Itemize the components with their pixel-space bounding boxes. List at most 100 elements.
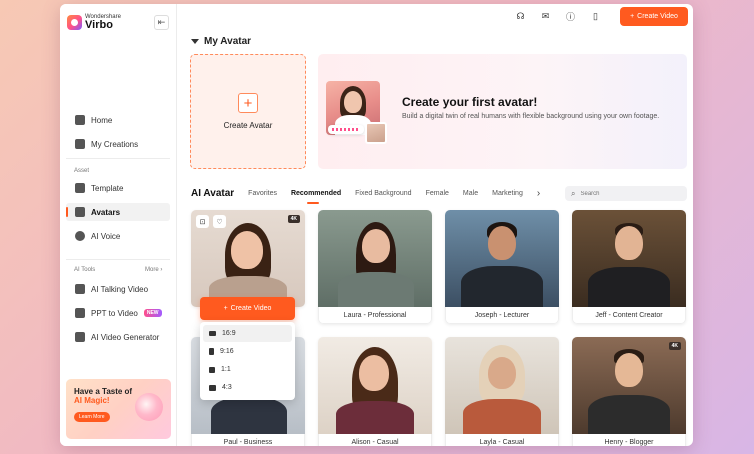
- video-generator-icon: [75, 332, 85, 342]
- tab-marketing[interactable]: Marketing: [492, 190, 523, 197]
- avatar-name: Joseph - Lecturer: [445, 307, 559, 324]
- sidebar-item-my-creations[interactable]: My Creations: [66, 135, 170, 153]
- section-label-ai-tools: AI Tools: [74, 267, 96, 273]
- new-badge: NEW: [143, 309, 162, 317]
- avatar-thumbnail: ⊡ ♡ 4K: [191, 210, 305, 307]
- tab-recommended[interactable]: Recommended: [291, 190, 341, 204]
- sidebar-item-label: Template: [91, 183, 124, 193]
- avatar-card[interactable]: Laura - Professional: [318, 210, 432, 324]
- promo-banner[interactable]: Have a Taste of AI Magic! Learn More: [66, 379, 171, 439]
- avatar-card[interactable]: Joseph - Lecturer: [445, 210, 559, 324]
- headset-icon[interactable]: ☊: [515, 11, 526, 22]
- tab-favorites[interactable]: Favorites: [248, 190, 277, 197]
- avatar-card[interactable]: Alison - Casual: [318, 337, 432, 446]
- chevron-right-icon[interactable]: ›: [537, 188, 540, 199]
- ratio-option-9-16[interactable]: 9:16: [203, 343, 292, 360]
- app-window: Wondershare Virbo ⇤ Home My Creations As…: [60, 4, 693, 446]
- virbo-logo-icon: [67, 15, 82, 30]
- logo-product: Virbo: [85, 19, 113, 31]
- more-link[interactable]: More ›: [145, 267, 162, 273]
- avatar-promo-banner: Create your first avatar! Build a digita…: [318, 54, 687, 169]
- tab-female[interactable]: Female: [426, 190, 449, 197]
- search-input[interactable]: [580, 190, 681, 197]
- promo-illustration: [135, 393, 163, 421]
- ai-avatar-title: AI Avatar: [191, 187, 235, 199]
- collapse-sidebar-button[interactable]: ⇤: [154, 15, 169, 30]
- heart-icon[interactable]: ♡: [213, 215, 226, 228]
- card-create-video-label: Create Video: [230, 305, 272, 312]
- sidebar-item-label: AI Video Generator: [91, 332, 160, 342]
- ratio-option-1-1[interactable]: 1:1: [203, 361, 292, 378]
- voice-icon: [75, 231, 85, 241]
- top-toolbar: ☊ ✉ ⓘ ▯: [515, 11, 601, 22]
- avatar-name: Jeff - Content Creator: [572, 307, 686, 324]
- avatar-thumbnail: [318, 337, 432, 434]
- banner-avatar-thumb: [365, 122, 387, 144]
- sidebar-item-label: AI Voice: [91, 231, 121, 241]
- avatar-icon: [75, 207, 85, 217]
- template-icon: [75, 183, 85, 193]
- sidebar-item-label: AI Talking Video: [91, 284, 149, 294]
- avatar-name: Henry - Blogger: [572, 434, 686, 446]
- bookmark-icon[interactable]: ▯: [590, 11, 601, 22]
- create-video-label: Create Video: [637, 13, 678, 20]
- create-video-button[interactable]: + Create Video: [620, 7, 688, 26]
- avatar-name: Paul - Business: [191, 434, 305, 446]
- talking-video-icon: [75, 284, 85, 294]
- create-avatar-label: Create Avatar: [223, 121, 273, 130]
- app-logo[interactable]: Wondershare Virbo: [67, 14, 121, 31]
- creations-icon: [75, 139, 85, 149]
- avatar-thumbnail: [445, 337, 559, 434]
- banner-title: Create your first avatar!: [402, 95, 538, 109]
- help-icon[interactable]: ⓘ: [565, 11, 576, 22]
- ratio-label: 4:3: [222, 384, 232, 391]
- caret-down-icon: [191, 39, 199, 44]
- audio-wave-icon: [328, 125, 364, 134]
- avatar-tabs: AI Avatar Favorites Recommended Fixed Ba…: [191, 186, 540, 204]
- avatar-name: Layla - Casual: [445, 434, 559, 446]
- card-create-video-button[interactable]: + Create Video: [200, 297, 295, 320]
- sidebar-item-ai-voice[interactable]: AI Voice: [66, 227, 170, 245]
- avatar-card[interactable]: ⊡ ♡ 4K: [191, 210, 305, 307]
- ratio-option-4-3[interactable]: 4:3: [203, 379, 292, 396]
- sidebar-item-label: Home: [91, 115, 113, 125]
- sidebar-item-avatars[interactable]: Avatars: [66, 203, 170, 221]
- sidebar-item-home[interactable]: Home: [66, 111, 170, 129]
- tab-fixed-background[interactable]: Fixed Background: [355, 190, 411, 197]
- divider: [66, 158, 170, 159]
- tab-male[interactable]: Male: [463, 190, 478, 197]
- sidebar: Wondershare Virbo ⇤ Home My Creations As…: [60, 4, 177, 446]
- 4k-badge: 4K: [287, 215, 300, 223]
- my-avatar-title: My Avatar: [204, 36, 252, 47]
- ratio-option-16-9[interactable]: 16:9: [203, 325, 292, 342]
- my-avatar-header[interactable]: My Avatar: [191, 36, 251, 47]
- home-icon: [75, 115, 85, 125]
- sidebar-item-label: My Creations: [91, 139, 139, 149]
- avatar-card[interactable]: Layla - Casual: [445, 337, 559, 446]
- create-avatar-card[interactable]: + Create Avatar: [190, 54, 306, 169]
- sidebar-item-ai-talking-video[interactable]: AI Talking Video: [66, 280, 170, 298]
- sidebar-item-ppt-to-video[interactable]: PPT to Video NEW: [66, 304, 170, 322]
- more-label: More: [145, 267, 159, 273]
- main-content: ☊ ✉ ⓘ ▯ + Create Video My Avatar + Creat…: [178, 4, 693, 446]
- square-icon: [209, 366, 215, 373]
- mail-icon[interactable]: ✉: [540, 11, 551, 22]
- sidebar-item-template[interactable]: Template: [66, 179, 170, 197]
- avatar-card[interactable]: Jeff - Content Creator: [572, 210, 686, 324]
- learn-more-button[interactable]: Learn More: [74, 412, 110, 422]
- plus-icon: +: [238, 93, 258, 113]
- search-box[interactable]: ⌕: [565, 186, 687, 201]
- aspect-ratio-dropdown: 16:9 9:16 1:1 4:3: [200, 322, 295, 400]
- sidebar-item-ai-video-generator[interactable]: AI Video Generator: [66, 328, 170, 346]
- avatar-thumbnail: [445, 210, 559, 307]
- avatar-card[interactable]: 4K Henry - Blogger: [572, 337, 686, 446]
- avatar-thumbnail: [572, 210, 686, 307]
- avatar-thumbnail: 4K: [572, 337, 686, 434]
- ratio-label: 9:16: [220, 348, 234, 355]
- sidebar-item-label: PPT to Video: [91, 308, 138, 318]
- zoom-icon[interactable]: ⊡: [196, 215, 209, 228]
- plus-icon: +: [223, 305, 228, 312]
- portrait-icon: [209, 348, 214, 355]
- banner-text: Build a digital twin of real humans with…: [402, 113, 660, 120]
- avatar-thumbnail: [318, 210, 432, 307]
